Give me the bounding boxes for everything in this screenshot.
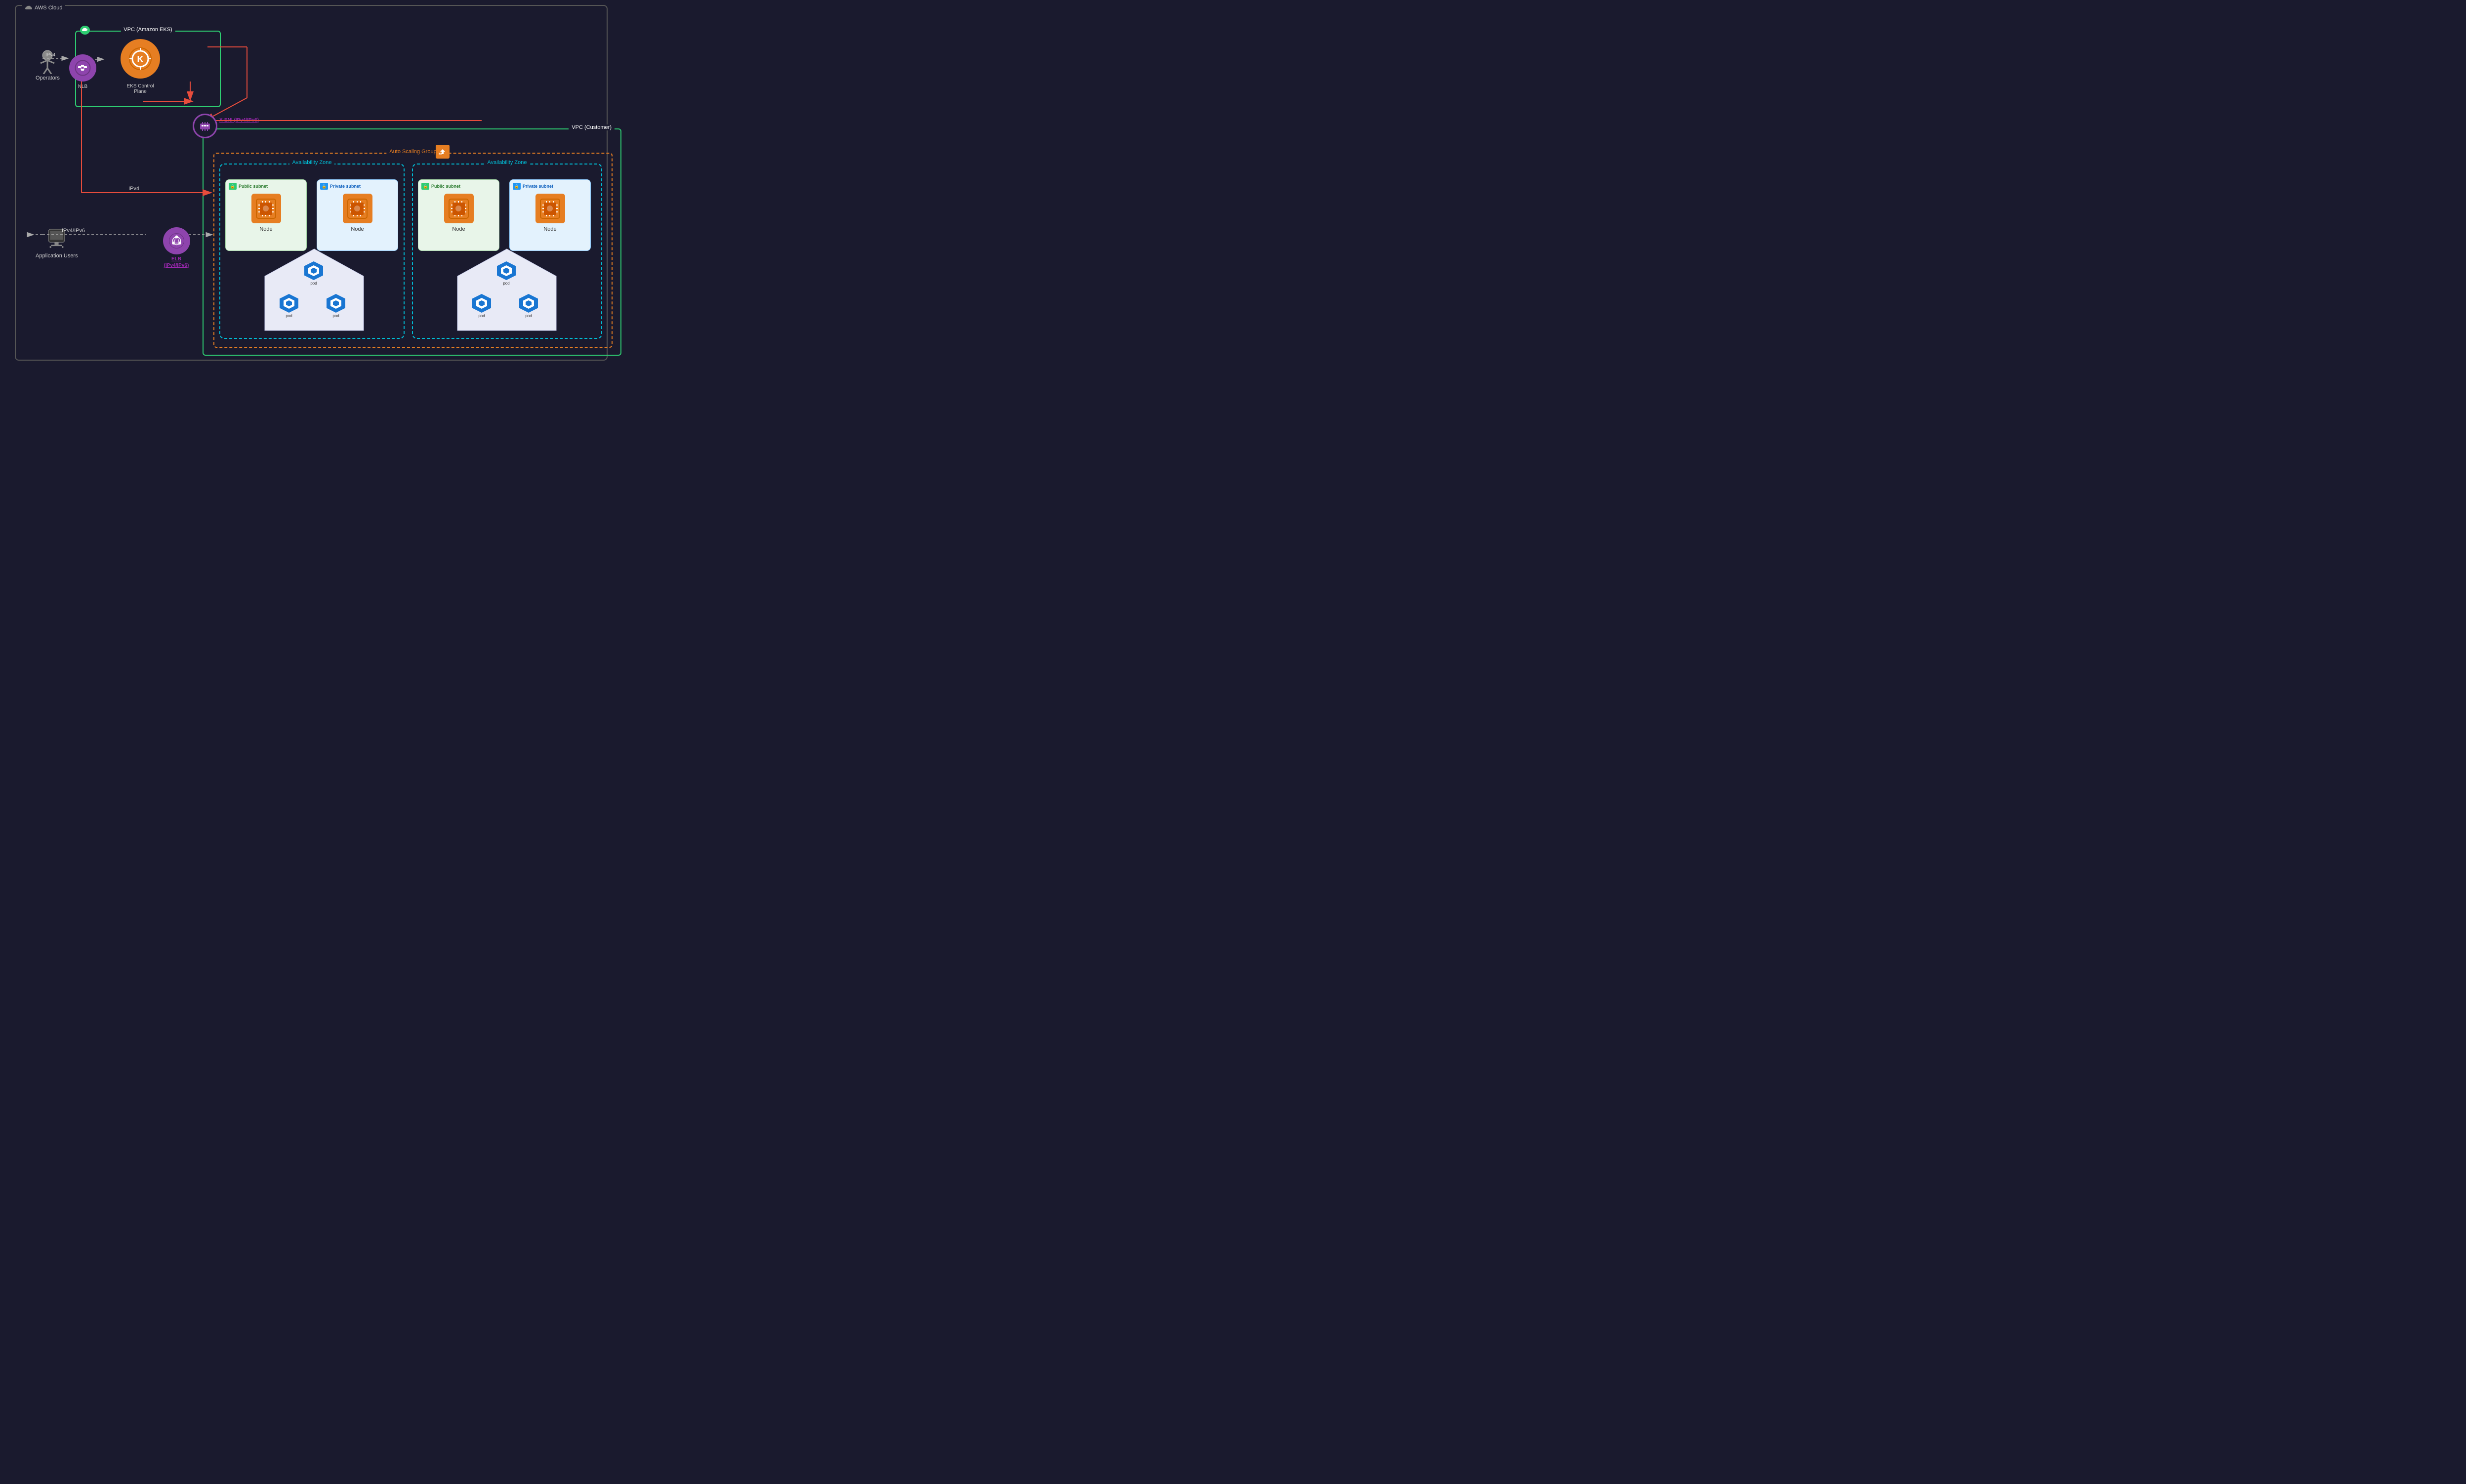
diagram-container: AWS Cloud VPC (Amazon EKS) K EKS Control…: [0, 0, 616, 371]
az2-box: Availability Zone 🔒 Public subnet: [412, 164, 602, 339]
az1-pod-3: pod: [327, 294, 345, 318]
az1-pod-1-label: pod: [310, 281, 317, 286]
nlb-label: NLB: [69, 84, 96, 89]
az2-private-subnet-label-area: 🔒 Private subnet: [513, 183, 590, 190]
auto-scaling-icon: [436, 145, 450, 159]
az1-pod-2-hex: [280, 294, 298, 313]
auto-scaling-group-box: Auto Scaling Group Availability Zone: [213, 153, 613, 348]
az1-private-node-label: Node: [351, 226, 364, 232]
vpc-eks-cloud-icon: [80, 26, 90, 35]
az2-label: Availability Zone: [485, 160, 530, 165]
elb-label: ELB (IPv4/IPv6): [162, 256, 191, 269]
az2-pod-2: pod: [472, 294, 491, 318]
operators-label: Operators: [36, 75, 60, 81]
az2-private-subnet: 🔒 Private subnet: [509, 179, 591, 251]
az2-pod-2-label: pod: [478, 314, 485, 318]
az1-pod-2-label: pod: [286, 314, 292, 318]
az2-pod-3-label: pod: [525, 314, 532, 318]
az1-pod-1-hex: [304, 261, 323, 280]
az2-public-subnet: 🔒 Public subnet: [418, 179, 499, 251]
az1-pod-1: pod: [304, 261, 323, 286]
az1-box: Availability Zone 🔒 Public subnet: [219, 164, 405, 339]
az1-public-node-label: Node: [259, 226, 272, 232]
az2-public-lock-icon: 🔒: [421, 183, 429, 190]
az2-pod-tent: pod pod: [455, 247, 559, 333]
elb-icon: [163, 227, 190, 254]
az1-label: Availability Zone: [289, 160, 335, 165]
az2-public-subnet-label: Public subnet: [431, 184, 460, 189]
az1-private-subnet-label: Private subnet: [330, 184, 361, 189]
az2-pod-3: pod: [519, 294, 538, 318]
az2-public-subnet-label-area: 🔒 Public subnet: [421, 183, 499, 190]
eks-control-plane-icon: K: [121, 39, 160, 79]
az1-public-subnet: 🔒 Public subnet: [225, 179, 307, 251]
az2-private-lock-icon: 🔒: [513, 183, 521, 190]
vpc-customer-box: VPC (Customer) Auto Scaling Group Availa…: [203, 128, 621, 356]
az1-pod-2: pod: [280, 294, 298, 318]
az1-private-subnet: 🔒 Private subnet: [317, 179, 398, 251]
az1-public-subnet-label: Public subnet: [239, 184, 268, 189]
app-users-label: Application Users: [36, 253, 78, 259]
aws-cloud-box: AWS Cloud VPC (Amazon EKS) K EKS Control…: [15, 5, 608, 361]
az1-private-subnet-label-area: 🔒 Private subnet: [320, 183, 398, 190]
auto-scaling-label: Auto Scaling Group: [386, 149, 439, 155]
az1-public-node-icon: [251, 194, 281, 223]
az2-public-node-label: Node: [452, 226, 465, 232]
az1-public-lock-icon: 🔒: [229, 183, 237, 190]
az1-pod-3-hex: [327, 294, 345, 313]
eks-control-plane-label: EKS Control Plane: [121, 83, 160, 94]
az1-private-lock-icon: 🔒: [320, 183, 328, 190]
nlb-icon: [69, 54, 96, 82]
az1-pod-3-label: pod: [332, 314, 339, 318]
auto-scaling-icon-area: [436, 145, 450, 159]
app-users-area: Application Users: [36, 227, 78, 259]
az2-private-node-icon: [535, 194, 565, 223]
operators-area: Operators: [36, 49, 60, 81]
vpc-eks-box: VPC (Amazon EKS) K EKS Control Plane: [75, 31, 221, 107]
az2-pod-1-label: pod: [503, 281, 509, 286]
az2-pod-1: pod: [497, 261, 516, 286]
aws-cloud-label: AWS Cloud: [22, 5, 65, 11]
xeni-label: X-ENI (IPv4/IPv6): [219, 118, 259, 123]
vpc-customer-label: VPC (Customer): [569, 124, 615, 130]
az2-private-subnet-label: Private subnet: [523, 184, 553, 189]
svg-text:K: K: [137, 54, 144, 64]
az1-private-node-icon: [343, 194, 372, 223]
az1-pod-tent: pod pod: [262, 247, 366, 333]
xeni-icon: [193, 114, 217, 138]
az2-private-node-label: Node: [543, 226, 556, 232]
az2-public-node-icon: [444, 194, 474, 223]
az1-public-subnet-label-area: 🔒 Public subnet: [229, 183, 306, 190]
vpc-eks-label: VPC (Amazon EKS): [121, 27, 175, 33]
